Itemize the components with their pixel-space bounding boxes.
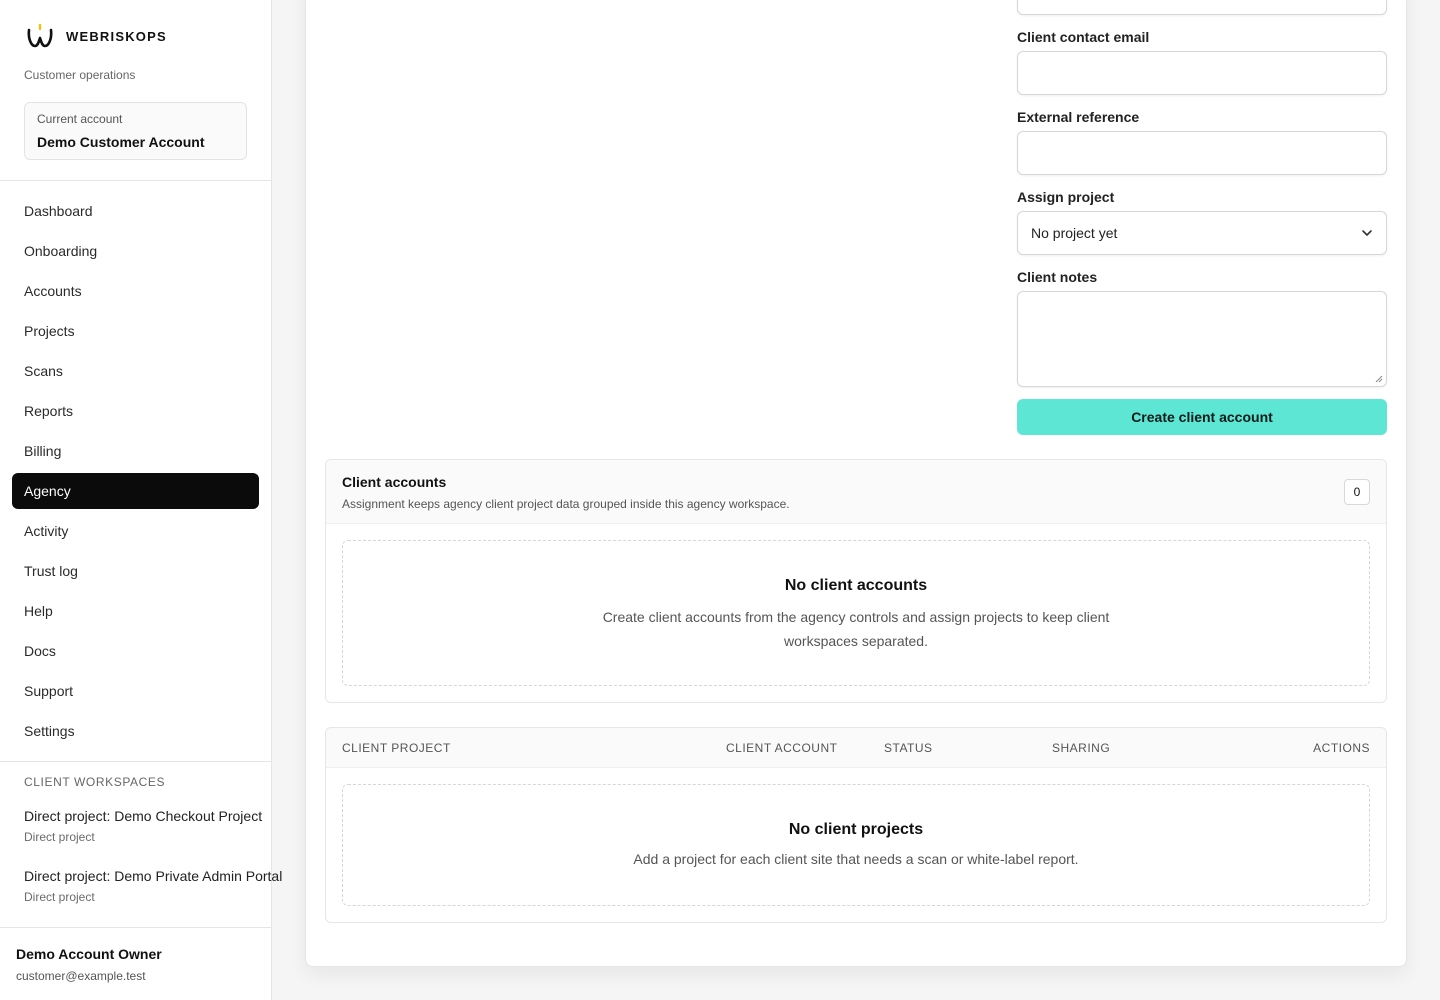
workspace-item-demo-admin-portal[interactable]: Direct project: Demo Private Admin Porta… <box>24 868 282 904</box>
client-projects-empty-state: No client projects Add a project for eac… <box>342 784 1370 906</box>
empty-state-text: Add a project for each client site that … <box>633 851 1079 867</box>
empty-state-title: No client projects <box>788 821 924 838</box>
client-notes-label: Client notes <box>1017 269 1098 285</box>
assign-project-value: No project yet <box>1031 225 1118 241</box>
column-header-client-project[interactable]: CLIENT PROJECT <box>342 741 451 755</box>
sidebar-divider <box>0 180 271 181</box>
sidebar-item-support[interactable]: Support <box>12 673 259 709</box>
client-accounts-panel: Client accounts Assignment keeps agency … <box>325 459 1387 703</box>
brand-logo[interactable]: WEBRISKOPS <box>26 22 167 50</box>
client-accounts-empty-state: No client accounts Create client account… <box>342 540 1370 686</box>
brand-subtitle: Customer operations <box>24 68 136 82</box>
sidebar-item-accounts[interactable]: Accounts <box>12 273 259 309</box>
client-email-input[interactable] <box>1017 51 1387 95</box>
sidebar-divider <box>0 761 271 762</box>
workspace-item-title: Direct project: Demo Checkout Project <box>24 808 263 824</box>
owner-name: Demo Account Owner <box>16 946 162 962</box>
client-email-label: Client contact email <box>1017 29 1150 45</box>
sidebar-item-trust-log[interactable]: Trust log <box>12 553 259 589</box>
webriskops-logo-icon <box>27 23 53 48</box>
assign-project-select[interactable]: No project yet <box>1017 211 1387 255</box>
column-header-sharing[interactable]: SHARING <box>1052 741 1110 755</box>
create-client-account-button[interactable]: Create client account <box>1017 399 1387 435</box>
sidebar-item-dashboard[interactable]: Dashboard <box>12 193 259 229</box>
empty-state-text: workspaces separated. <box>784 633 928 649</box>
owner-email: customer@example.test <box>16 969 146 983</box>
client-accounts-subtitle: Assignment keeps agency client project d… <box>342 497 790 511</box>
column-header-status[interactable]: STATUS <box>884 741 933 755</box>
client-accounts-title: Client accounts <box>342 474 447 490</box>
main-nav: Dashboard Onboarding Accounts Projects Scans… <box>12 193 259 753</box>
external-reference-input[interactable] <box>1017 131 1387 175</box>
column-header-client-account[interactable]: CLIENT ACCOUNT <box>726 741 837 755</box>
sidebar-item-billing[interactable]: Billing <box>12 433 259 469</box>
current-account-name: Demo Customer Account <box>37 134 205 150</box>
client-notes-textarea[interactable] <box>1017 291 1387 387</box>
column-header-actions: ACTIONS <box>1313 741 1370 755</box>
client-accounts-header: Client accounts Assignment keeps agency … <box>326 460 1386 524</box>
sidebar-item-docs[interactable]: Docs <box>12 633 259 669</box>
chevron-down-icon <box>1362 230 1372 236</box>
current-account-switcher[interactable]: Current account Demo Customer Account <box>24 102 247 160</box>
empty-state-title: No client accounts <box>784 577 928 594</box>
sidebar: WEBRISKOPS Customer operations Current a… <box>0 0 282 1000</box>
assign-project-label: Assign project <box>1017 189 1115 205</box>
brand-name: WEBRISKOPS <box>66 28 167 44</box>
client-name-input[interactable] <box>1017 0 1387 15</box>
table-header-row: CLIENT PROJECT CLIENT ACCOUNT STATUS SHA… <box>326 728 1386 768</box>
workspace-item-title: Direct project: Demo Private Admin Porta… <box>24 868 283 884</box>
resize-grip-icon[interactable] <box>1375 375 1383 383</box>
account-owner[interactable]: Demo Account Owner customer@example.test <box>16 946 162 983</box>
client-accounts-count-badge: 0 <box>1344 479 1370 505</box>
sidebar-divider <box>0 927 271 928</box>
sidebar-item-scans[interactable]: Scans <box>12 353 259 389</box>
workspace-item-demo-checkout[interactable]: Direct project: Demo Checkout Project Di… <box>24 808 262 844</box>
sidebar-item-activity[interactable]: Activity <box>12 513 259 549</box>
sidebar-item-agency[interactable]: Agency <box>12 473 259 509</box>
workspace-item-subtitle: Direct project <box>24 830 95 844</box>
sidebar-item-settings[interactable]: Settings <box>12 713 259 749</box>
client-projects-table: CLIENT PROJECT CLIENT ACCOUNT STATUS SHA… <box>325 727 1387 923</box>
external-reference-label: External reference <box>1017 109 1140 125</box>
current-account-label: Current account <box>37 112 123 126</box>
sidebar-item-projects[interactable]: Projects <box>12 313 259 349</box>
sidebar-item-help[interactable]: Help <box>12 593 259 629</box>
sidebar-item-onboarding[interactable]: Onboarding <box>12 233 259 269</box>
client-workspaces-title: CLIENT WORKSPACES <box>24 775 166 789</box>
sidebar-item-reports[interactable]: Reports <box>12 393 259 429</box>
workspace-item-subtitle: Direct project <box>24 890 95 904</box>
empty-state-text: Create client accounts from the agency c… <box>602 609 1110 625</box>
